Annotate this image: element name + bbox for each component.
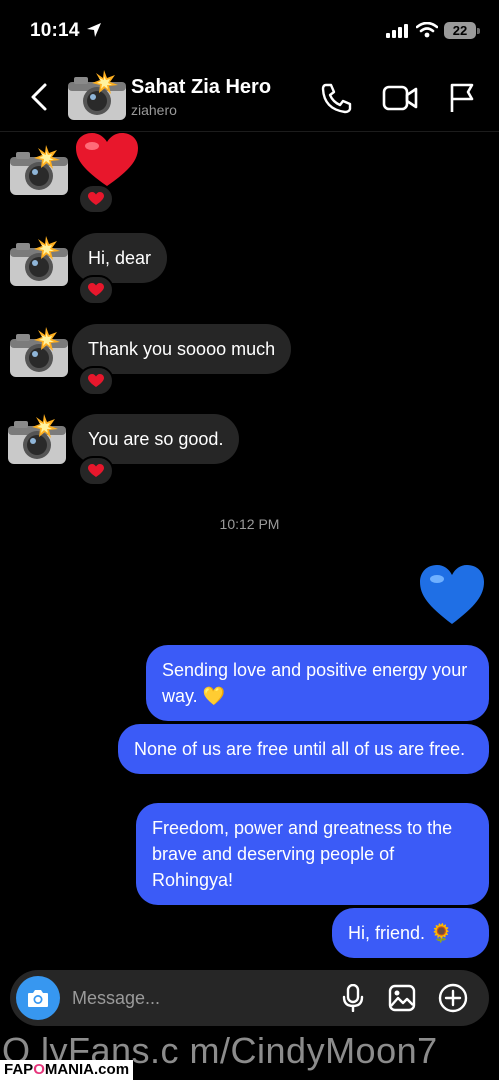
message-input[interactable] <box>72 970 322 1026</box>
outgoing-message-bubble[interactable]: Sending love and positive energy your wa… <box>146 645 489 721</box>
back-chevron-icon[interactable] <box>28 82 50 112</box>
heart-reaction-badge[interactable] <box>78 275 114 305</box>
heart-reaction-badge[interactable] <box>78 456 114 486</box>
report-flag-icon[interactable] <box>448 82 476 114</box>
red-heart-icon <box>88 374 104 387</box>
blue-heart-emoji-message[interactable] <box>418 564 486 626</box>
video-call-icon[interactable] <box>382 84 418 112</box>
outgoing-message-bubble[interactable]: Freedom, power and greatness to the brav… <box>136 803 489 905</box>
sender-avatar-camera-flash-icon[interactable] <box>8 327 70 379</box>
red-heart-emoji-message[interactable] <box>74 132 140 188</box>
message-composer <box>10 970 489 1026</box>
add-plus-circle-icon[interactable] <box>438 983 468 1013</box>
cellular-signal-icon <box>386 24 408 38</box>
phone-call-icon[interactable] <box>320 82 354 114</box>
red-heart-icon <box>88 464 104 477</box>
message-timestamp: 10:12 PM <box>219 516 280 532</box>
outgoing-message-bubble[interactable]: Hi, friend. 🌻 <box>332 908 489 958</box>
heart-reaction-badge[interactable] <box>78 184 114 214</box>
watermark-brand-logo: FAPOMANIA.com <box>0 1060 134 1080</box>
microphone-icon[interactable] <box>342 984 364 1012</box>
battery-cap <box>477 28 480 34</box>
contact-avatar-camera-flash-icon[interactable] <box>66 68 128 124</box>
outgoing-message-bubble[interactable]: None of us are free until all of us are … <box>118 724 489 774</box>
watermark-brand-prefix: FAP <box>4 1061 34 1078</box>
sender-avatar-camera-flash-icon[interactable] <box>8 145 70 197</box>
camera-button[interactable] <box>16 976 60 1020</box>
heart-reaction-badge[interactable] <box>78 366 114 396</box>
contact-name[interactable]: Sahat Zia Hero <box>131 76 271 99</box>
red-heart-icon <box>88 283 104 296</box>
status-time: 10:14 <box>30 20 80 41</box>
gallery-image-icon[interactable] <box>388 984 416 1012</box>
location-arrow-icon <box>87 23 101 37</box>
chat-header: Sahat Zia Hero ziahero <box>0 62 499 132</box>
camera-icon <box>28 990 48 1007</box>
wifi-icon <box>416 22 438 38</box>
status-bar: 10:14 22 <box>0 0 499 62</box>
watermark-brand-o: O <box>33 1061 45 1078</box>
battery-indicator: 22 <box>444 22 476 39</box>
red-heart-icon <box>88 192 104 205</box>
sender-avatar-camera-flash-icon[interactable] <box>6 414 68 466</box>
watermark-brand-suffix: MANIA.com <box>44 1061 130 1078</box>
contact-username[interactable]: ziahero <box>131 102 177 118</box>
sender-avatar-camera-flash-icon[interactable] <box>8 236 70 288</box>
